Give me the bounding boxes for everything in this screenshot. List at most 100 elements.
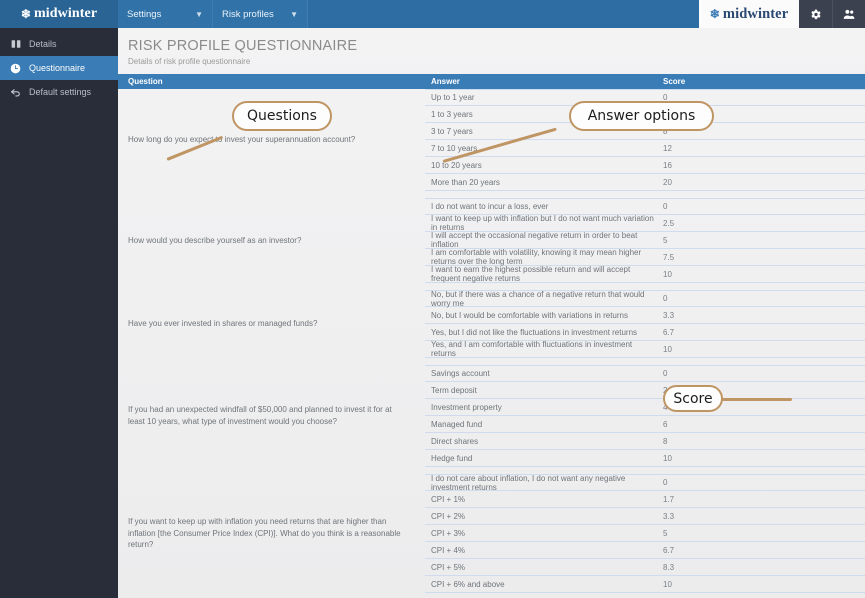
brand-logo-left[interactable]: ❄ midwinter — [0, 0, 118, 28]
annotation-questions-label: Questions — [247, 108, 317, 124]
table-row[interactable]: No, but I would be comfortable with vari… — [425, 307, 865, 324]
question-group: If you had an unexpected windfall of $50… — [118, 365, 865, 467]
sidebar-item-label: Default settings — [29, 87, 92, 97]
annotation-score: Score — [663, 385, 723, 412]
chevron-down-icon: ▼ — [290, 9, 298, 19]
table-row[interactable]: Term deposit2 — [425, 382, 865, 399]
question-text: How would you describe yourself as an in… — [128, 235, 302, 245]
annotation-answer-options: Answer options — [569, 101, 714, 131]
answer-text: No, but I would be comfortable with vari… — [431, 310, 628, 320]
answer-text: I do not care about inflation, I do not … — [431, 473, 626, 492]
question-group: Have you ever invested in shares or mana… — [118, 290, 865, 358]
answer-score: 3.3 — [663, 310, 675, 320]
question-text: If you want to keep up with inflation yo… — [128, 517, 401, 550]
table-row[interactable]: 10 to 20 years 16 — [425, 157, 865, 174]
brand-logo-right[interactable]: ❄ midwinter — [699, 0, 799, 28]
table-row[interactable]: Savings account 0 — [425, 365, 865, 382]
answer-text: Investment property — [431, 402, 502, 412]
table-row[interactable]: I do not care about inflation, I do not … — [425, 473, 865, 492]
columns-icon — [10, 39, 21, 49]
settings-gear-button[interactable] — [799, 0, 832, 28]
table-row[interactable]: CPI + 1% 1.7 — [425, 491, 865, 508]
table-row[interactable]: No, but if there was a chance of a negat… — [425, 289, 865, 308]
brand-name-left: midwinter — [34, 6, 98, 21]
table-row[interactable]: I am comfortable with volatility, knowin… — [425, 248, 865, 266]
sidebar-item-default-settings[interactable]: Default settings — [0, 80, 118, 104]
gear-icon — [809, 8, 822, 21]
answer-text: Yes, but I did not like the fluctuations… — [431, 327, 638, 337]
question-group: How would you describe yourself as an in… — [118, 198, 865, 283]
answer-score: 6.7 — [663, 545, 675, 555]
answer-score: 1.7 — [663, 494, 675, 504]
answer-score: 10 — [663, 344, 672, 354]
chevron-down-icon: ▼ — [195, 9, 203, 19]
answer-score: 8 — [663, 436, 668, 446]
table-row[interactable]: Investment property4 — [425, 399, 865, 416]
table-row[interactable]: CPI + 2% 3.3 — [425, 508, 865, 525]
answer-score: 0 — [663, 294, 668, 303]
answer-text: Yes, and I am comfortable with fluctuati… — [431, 340, 633, 358]
answer-text: Managed fund — [431, 419, 483, 429]
annotation-answer-options-label: Answer options — [587, 108, 696, 124]
table-row[interactable]: CPI + 4% 6.7 — [425, 542, 865, 559]
app-root: ❄ midwinter Settings ▼ Risk profiles ▼ ❄… — [0, 0, 865, 598]
answer-score: 10 — [663, 269, 672, 279]
users-icon — [842, 8, 856, 21]
table-row[interactable]: Direct shares 8 — [425, 433, 865, 450]
table-row[interactable]: CPI + 3% 5 — [425, 525, 865, 542]
sidebar-item-details[interactable]: Details — [0, 32, 118, 56]
answer-list: I do not care about inflation, I do not … — [425, 474, 865, 593]
nav-risk-profiles-dropdown[interactable]: Risk profiles ▼ — [213, 0, 308, 28]
brand-name-right: midwinter — [722, 5, 789, 22]
sidebar-item-questionnaire[interactable]: Questionnaire — [0, 56, 118, 80]
table-row[interactable]: CPI + 5% 8.3 — [425, 559, 865, 576]
table-row[interactable]: Hedge fund 10 — [425, 450, 865, 467]
question-text: If you had an unexpected windfall of $50… — [128, 405, 392, 426]
answer-list: I do not want to incur a loss, ever 0 I wa… — [425, 198, 865, 283]
snowflake-icon: ❄ — [709, 7, 720, 21]
answer-text: 7 to 10 years — [431, 143, 478, 153]
answer-score: 5 — [663, 235, 668, 245]
column-header-score: Score — [663, 77, 686, 86]
score-leader-line — [722, 398, 792, 401]
user-account-button[interactable] — [832, 0, 865, 28]
answer-score: 10 — [663, 579, 672, 589]
answer-text: I do not want to incur a loss, ever — [431, 202, 549, 211]
nav-settings-dropdown[interactable]: Settings ▼ — [118, 0, 213, 28]
answer-score: 0 — [663, 202, 668, 211]
answer-text: No, but if there was a chance of a negat… — [431, 289, 645, 308]
clock-icon — [10, 63, 21, 74]
answer-score: 12 — [663, 143, 672, 153]
table-row[interactable]: I do not want to incur a loss, ever 0 — [425, 198, 865, 215]
snowflake-icon: ❄ — [20, 7, 32, 21]
main-content: RISK PROFILE QUESTIONNAIRE Details of ri… — [118, 28, 865, 598]
column-header-question: Question — [128, 77, 163, 86]
table-row[interactable]: I want to earn the highest possible retu… — [425, 265, 865, 283]
table-row[interactable]: I will accept the occasional negative re… — [425, 231, 865, 249]
answer-score: 6 — [663, 419, 668, 429]
question-text: Have you ever invested in shares or mana… — [128, 319, 318, 329]
answer-text: CPI + 2% — [431, 511, 466, 521]
table-row[interactable]: Yes, but I did not like the fluctuations… — [425, 324, 865, 341]
answer-text: Term deposit — [431, 385, 477, 395]
sidebar: Details Questionnaire Default settings — [0, 28, 118, 598]
answer-text: 10 to 20 years — [431, 160, 482, 170]
question-group: How long do you expect to invest your su… — [118, 89, 865, 191]
answer-score: 7.5 — [663, 252, 675, 262]
questionnaire-table: Question Answer Score How long do you ex… — [118, 74, 865, 598]
table-row[interactable]: Managed fund 6 — [425, 416, 865, 433]
table-row[interactable]: I want to keep up with inflation but I d… — [425, 214, 865, 232]
answer-text: CPI + 6% and above — [431, 579, 505, 589]
table-row[interactable]: Yes, and I am comfortable with fluctuati… — [425, 340, 865, 358]
table-row[interactable]: More than 20 years 20 — [425, 174, 865, 191]
table-row[interactable]: CPI + 6% and above 10 — [425, 576, 865, 593]
answer-text: More than 20 years — [431, 177, 500, 187]
answer-text: Hedge fund — [431, 453, 473, 463]
answer-score: 5 — [663, 528, 668, 538]
page-subtitle: Details of risk profile questionnaire — [128, 57, 251, 66]
answer-score: 6.7 — [663, 327, 675, 337]
answer-list: No, but if there was a chance of a negat… — [425, 290, 865, 358]
answer-text: I want to earn the highest possible retu… — [431, 265, 631, 283]
answer-score: 10 — [663, 453, 672, 463]
annotation-score-label: Score — [673, 390, 713, 407]
